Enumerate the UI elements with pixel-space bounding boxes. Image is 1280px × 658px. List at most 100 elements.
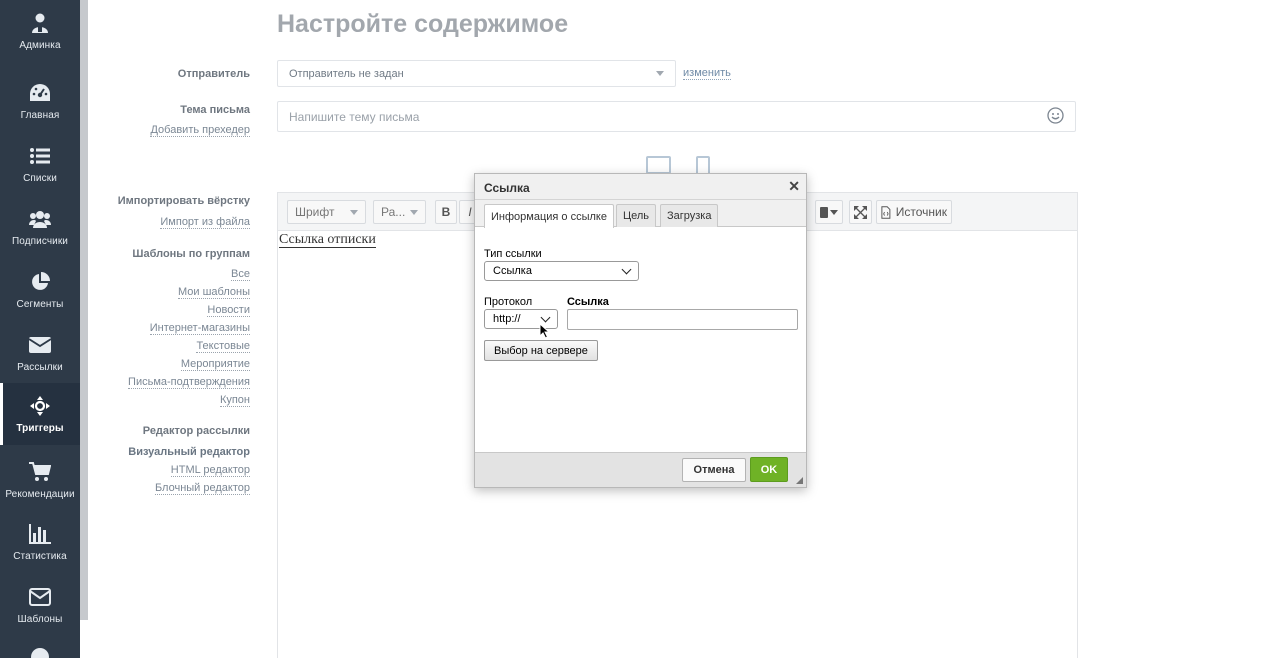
import-heading: Импортировать вёрстку	[117, 195, 250, 207]
size-combo[interactable]: Ра...	[373, 200, 426, 224]
sidebar-item-label: Подписчики	[11, 236, 68, 247]
protocol-label: Протокол	[484, 296, 533, 308]
sidebar-item-label: Шаблоны	[17, 614, 63, 625]
close-icon[interactable]: ✕	[788, 179, 800, 193]
template-group-confirmations[interactable]: Письма-подтверждения	[128, 376, 250, 389]
template-group-shops[interactable]: Интернет-магазины	[149, 322, 250, 335]
sidebar-item-triggers[interactable]: Триггеры	[0, 383, 80, 445]
triggers-icon	[29, 395, 51, 417]
page-title: Настройте содержимое	[277, 10, 569, 38]
url-input[interactable]	[567, 309, 798, 330]
sender-label: Отправитель	[177, 68, 250, 80]
sidebar-item-label: Админка	[19, 40, 61, 51]
admin-icon	[29, 12, 51, 34]
mouse-cursor-icon	[539, 323, 550, 339]
import-from-file-link[interactable]: Импорт из файла	[160, 216, 250, 229]
bar-chart-icon	[29, 523, 51, 545]
template-group-all[interactable]: Все	[231, 268, 250, 281]
users-icon	[29, 208, 51, 230]
tab-upload[interactable]: Загрузка	[660, 204, 719, 227]
resize-handle[interactable]	[796, 477, 803, 484]
desktop-preview-icon[interactable]	[646, 156, 671, 174]
sidebar-item-label: Главная	[20, 110, 60, 121]
pie-chart-icon	[29, 271, 51, 293]
html-editor-link[interactable]: HTML редактор	[170, 464, 250, 477]
dashboard-icon	[29, 82, 51, 104]
tab-target[interactable]: Цель	[616, 204, 657, 227]
help-icon[interactable]	[31, 648, 49, 658]
template-group-events[interactable]: Мероприятие	[180, 358, 250, 371]
text-color-icon	[820, 206, 828, 218]
sidebar-item-label: Рекомендации	[5, 489, 75, 500]
dialog-footer: Отмена OK	[475, 452, 806, 487]
source-button[interactable]: Источник	[876, 200, 952, 224]
cart-icon	[29, 461, 51, 483]
template-group-text[interactable]: Текстовые	[196, 340, 250, 353]
link-type-label: Тип ссылки	[484, 248, 542, 260]
maximize-icon	[854, 205, 867, 219]
size-combo-label: Ра...	[381, 205, 406, 219]
sender-select[interactable]: Отправитель не задан	[277, 60, 676, 87]
sidebar: Админка Главная Списки Подписчики Сегмен…	[0, 0, 80, 658]
visual-editor-link[interactable]: Визуальный редактор	[128, 446, 250, 458]
chevron-down-icon	[621, 264, 632, 274]
subject-input[interactable]: Напишите тему письма	[277, 101, 1076, 132]
chevron-down-icon	[656, 71, 664, 76]
fullscreen-button[interactable]	[849, 200, 872, 224]
dialog-title: Ссылка	[484, 181, 530, 195]
text-color-button[interactable]	[815, 200, 843, 224]
unsubscribe-link-text[interactable]: Ссылка отписки	[279, 232, 376, 248]
change-sender-link[interactable]: изменить	[683, 67, 731, 80]
font-combo[interactable]: Шрифт	[287, 200, 366, 224]
font-combo-label: Шрифт	[295, 205, 335, 219]
sidebar-item-label: Рассылки	[17, 362, 63, 373]
link-dialog: Ссылка ✕ Информация о ссылке Цель Загруз…	[474, 173, 807, 488]
chevron-down-icon	[410, 209, 418, 215]
source-label: Источник	[895, 205, 947, 219]
emoji-icon[interactable]	[1047, 106, 1064, 127]
cancel-button[interactable]: Отмена	[682, 458, 746, 482]
sidebar-item-campaigns[interactable]: Рассылки	[0, 322, 80, 384]
chevron-down-icon	[830, 209, 838, 215]
subject-placeholder: Напишите тему письма	[289, 109, 420, 124]
browse-server-button[interactable]: Выбор на сервере	[484, 340, 598, 361]
sidebar-scroll-strip	[80, 0, 88, 620]
chevron-down-icon	[350, 209, 358, 215]
sidebar-item-lists[interactable]: Списки	[0, 133, 80, 195]
list-icon	[29, 145, 51, 167]
sidebar-item-segments[interactable]: Сегменты	[0, 259, 80, 321]
url-label: Ссылка	[567, 296, 609, 308]
link-type-select[interactable]: Ссылка	[484, 261, 639, 281]
sidebar-item-templates[interactable]: Шаблоны	[0, 574, 80, 636]
source-icon	[881, 205, 891, 219]
ok-button[interactable]: OK	[750, 457, 788, 482]
sidebar-item-subscribers[interactable]: Подписчики	[0, 196, 80, 258]
template-group-news[interactable]: Новости	[207, 304, 250, 317]
chevron-down-icon	[540, 312, 551, 322]
subject-label: Тема письма	[180, 104, 250, 116]
protocol-value: http://	[493, 313, 521, 325]
sidebar-item-admin[interactable]: Админка	[0, 0, 80, 62]
template-group-mine[interactable]: Мои шаблоны	[178, 286, 250, 299]
sidebar-item-recommendations[interactable]: Рекомендации	[0, 449, 80, 511]
sidebar-item-dashboard[interactable]: Главная	[0, 70, 80, 132]
dialog-body: Тип ссылки Ссылка Протокол Ссылка http:/…	[475, 228, 806, 452]
editor-heading: Редактор рассылки	[142, 425, 250, 437]
sidebar-item-statistics[interactable]: Статистика	[0, 511, 80, 573]
sidebar-item-label: Статистика	[13, 551, 67, 562]
sender-value: Отправитель не задан	[289, 67, 404, 80]
sidebar-item-label: Триггеры	[16, 423, 64, 434]
templates-heading: Шаблоны по группам	[132, 248, 250, 260]
link-type-value: Ссылка	[493, 265, 532, 277]
block-editor-link[interactable]: Блочный редактор	[154, 482, 250, 495]
add-preheader-link[interactable]: Добавить прехедер	[150, 124, 250, 137]
dialog-tabs: Информация о ссылке Цель Загрузка	[475, 200, 806, 228]
template-group-coupon[interactable]: Купон	[219, 394, 250, 407]
bold-button[interactable]: B	[435, 200, 457, 224]
sidebar-item-label: Сегменты	[16, 299, 64, 310]
sidebar-item-label: Списки	[23, 173, 57, 184]
envelope-icon	[29, 334, 51, 356]
dialog-titlebar[interactable]: Ссылка ✕	[475, 174, 806, 200]
tab-link-info[interactable]: Информация о ссылке	[484, 204, 614, 228]
mail-template-icon	[29, 586, 51, 608]
